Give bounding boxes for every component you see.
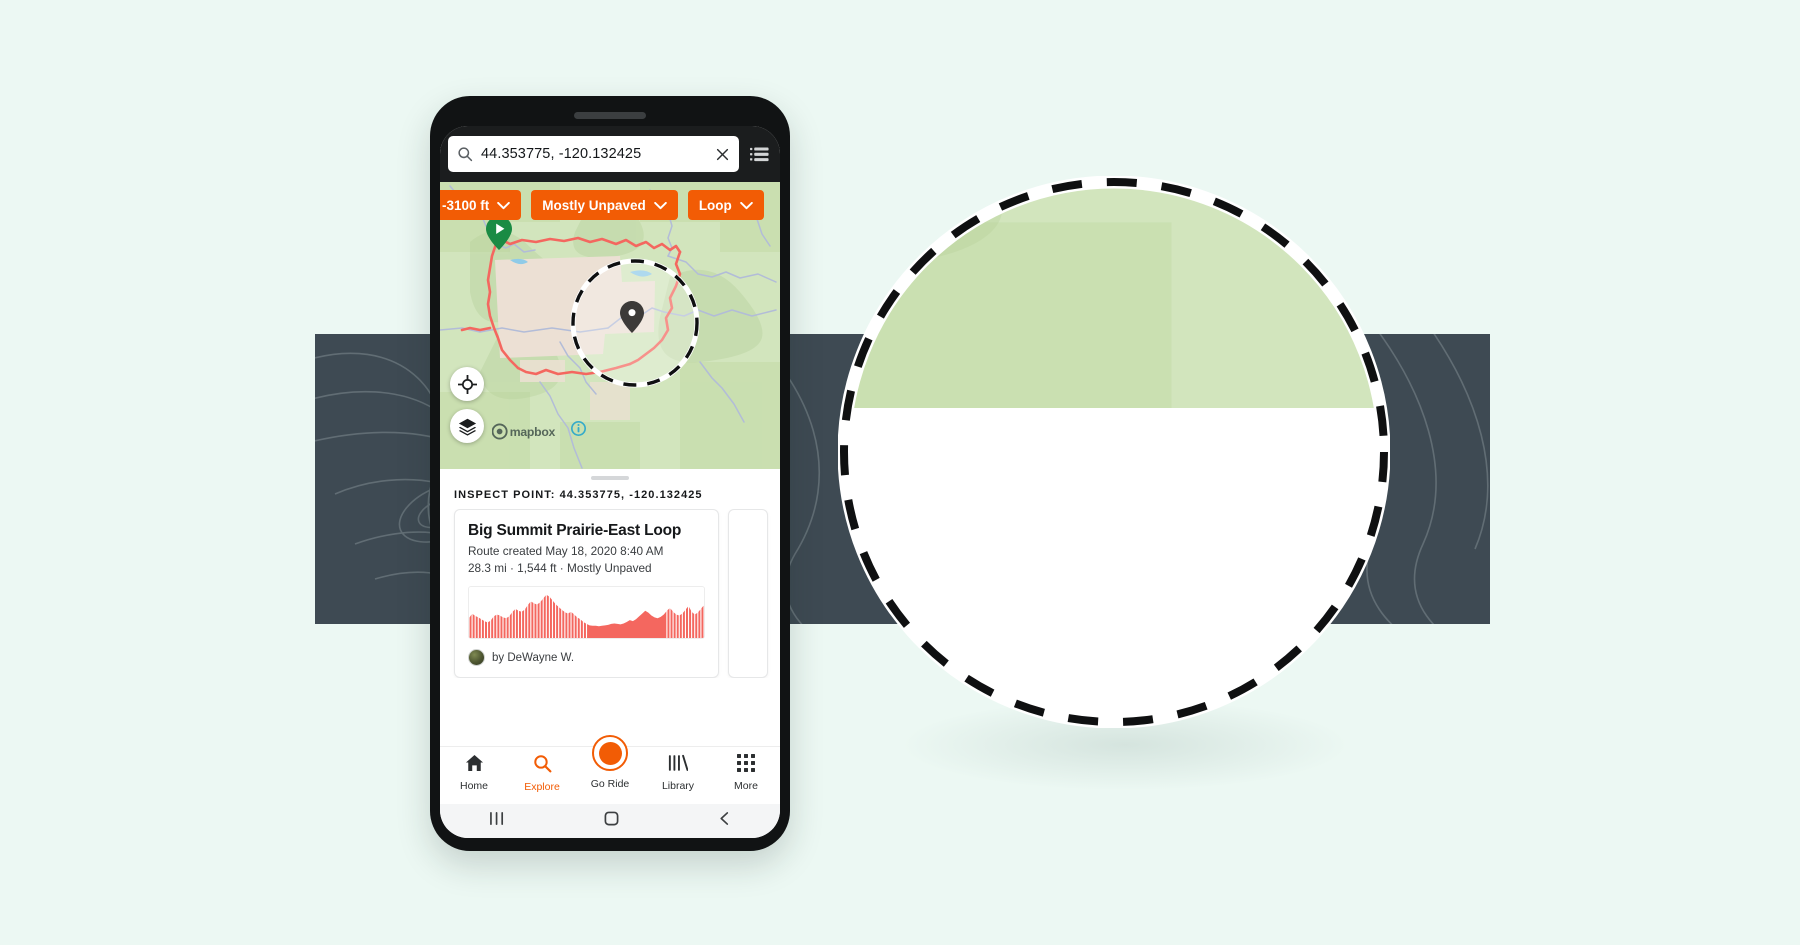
route-card[interactable]: Big Summit Prairie-East Loop Route creat… [454,509,719,679]
bottom-sheet: INSPECT POINT: 44.353775, -120.132425 Bi… [440,469,780,746]
bottom-tab-bar: Home Explore Go Ride Library More [440,735,780,804]
tab-home[interactable]: Home [440,754,508,792]
phone-earpiece-speaker [574,112,646,119]
chevron-down-icon [740,198,753,213]
recent-apps-icon[interactable] [489,811,506,831]
map-layers-icon[interactable] [450,409,484,443]
search-input[interactable]: 44.353775, -120.132425 [481,146,707,162]
home-square-icon[interactable] [604,811,619,831]
route-card-next-peek[interactable] [728,509,768,679]
filter-chip-elevation-label: -3100 ft [442,197,490,213]
filter-chip-elevation[interactable]: -3100 ft [440,190,522,220]
magnified-map: Mostly Unpaved Loop [838,176,1390,408]
filter-chip-surface-label: Mostly Unpaved [542,197,646,213]
android-navigation-bar [440,804,780,838]
tab-library[interactable]: Library [644,754,712,792]
inspect-point-label: INSPECT POINT: 44.353775, -120.132425 [454,489,703,501]
tab-explore[interactable]: Explore [508,754,576,793]
search-icon [457,146,473,162]
chevron-down-icon [654,198,667,213]
phone-device-frame: 44.353775, -120.132425 -3100 ft Mostly U… [430,96,790,851]
tab-more-label: More [734,780,758,792]
elevation-profile-chart [468,586,705,640]
chevron-down-icon [497,198,511,213]
home-icon [465,754,484,777]
grid-dots-icon [737,754,755,777]
route-card-author-name: by DeWayne W. [492,651,575,664]
route-card-stats: 28.3 mi · 1,544 ft · Mostly Unpaved [468,561,652,576]
location-marker-pin-icon [620,301,644,338]
route-card-author[interactable]: by DeWayne W. [468,649,705,667]
info-icon[interactable] [571,421,586,441]
svg-text:mapbox: mapbox [510,425,556,439]
back-chevron-icon[interactable] [718,811,731,831]
search-input-container[interactable]: 44.353775, -120.132425 [448,136,739,172]
user-avatar [468,649,485,667]
route-card-carousel[interactable]: Big Summit Prairie-East Loop Route creat… [440,509,780,679]
filter-chip-surface[interactable]: Mostly Unpaved [531,190,678,220]
map-filter-chips: -3100 ft Mostly Unpaved Loop [440,190,764,220]
search-bar-row: 44.353775, -120.132425 [440,126,780,182]
mapbox-attribution[interactable]: mapbox [492,421,586,441]
tab-go-ride-label: Go Ride [590,778,630,790]
phone-screen: 44.353775, -120.132425 -3100 ft Mostly U… [440,126,780,838]
tab-explore-label: Explore [524,781,560,793]
route-card-created: Route created May 18, 2020 8:40 AM [468,544,664,558]
tab-home-label: Home [459,780,488,792]
list-view-icon[interactable] [746,139,772,169]
magnifier-content: 5/75, -120.132425 [838,176,1390,408]
tab-library-label: Library [661,780,695,792]
tab-go-ride[interactable]: Go Ride [576,735,644,790]
magnifier-lens: 5/75, -120.132425 [838,176,1390,728]
map-canvas[interactable]: -3100 ft Mostly Unpaved Loop mapbox [440,182,780,469]
filter-chip-shape[interactable]: Loop [687,190,764,220]
tab-more[interactable]: More [712,754,780,792]
route-start-play-pin-icon [486,216,512,255]
filter-chip-shape-label: Loop [698,197,732,213]
record-circle-icon[interactable] [592,735,628,771]
library-bars-icon [668,754,689,777]
close-icon[interactable] [715,147,730,162]
route-card-title: Big Summit Prairie-East Loop [468,522,682,539]
search-icon [533,754,552,778]
record-dot [598,741,622,765]
locate-crosshair-icon[interactable] [450,367,484,401]
